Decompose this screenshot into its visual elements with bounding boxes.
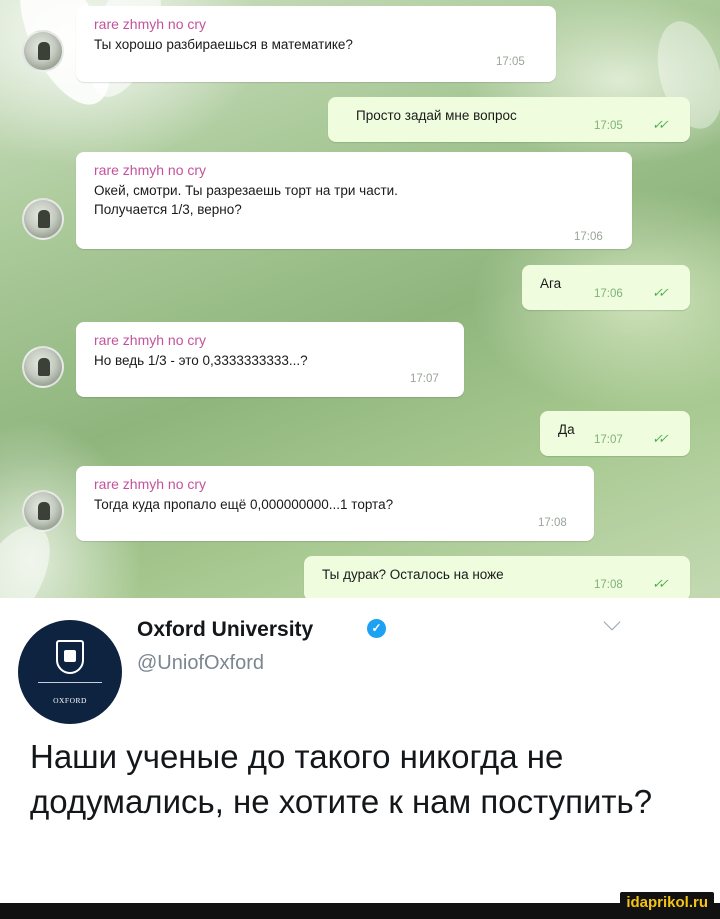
read-check-icon: ✓✓ (652, 576, 669, 591)
incoming-message[interactable]: rare zhmyh no cry Окей, смотри. Ты разре… (76, 152, 632, 249)
sender-name: rare zhmyh no cry (94, 476, 207, 492)
message-text: Но ведь 1/3 - это 0,3333333333...? (94, 353, 308, 368)
outgoing-message[interactable]: Просто задай мне вопрос 17:05 ✓✓ (328, 97, 690, 142)
message-text: Просто задай мне вопрос (356, 108, 517, 123)
read-check-icon: ✓✓ (652, 285, 669, 300)
sender-avatar[interactable] (22, 346, 64, 388)
sender-name: rare zhmyh no cry (94, 332, 207, 348)
sender-name: rare zhmyh no cry (94, 162, 207, 178)
crest-icon (56, 640, 84, 674)
chevron-down-icon[interactable] (603, 613, 621, 631)
incoming-message[interactable]: rare zhmyh no cry Ты хорошо разбираешься… (76, 6, 556, 82)
message-time: 17:06 (574, 231, 603, 243)
footer-bar (0, 903, 720, 919)
account-handle[interactable]: @UniofOxford (137, 652, 264, 675)
read-check-icon: ✓✓ (652, 117, 669, 132)
message-time: 17:07 (594, 434, 623, 446)
logo-divider (38, 682, 102, 683)
outgoing-message[interactable]: Ты дурак? Осталось на ноже 17:08 ✓✓ (304, 556, 690, 598)
sender-avatar[interactable] (22, 490, 64, 532)
message-text: Ты дурак? Осталось на ноже (322, 567, 504, 582)
incoming-message[interactable]: rare zhmyh no cry Тогда куда пропало ещё… (76, 466, 594, 541)
verified-badge-icon: ✓ (367, 619, 386, 638)
message-time: 17:05 (496, 56, 525, 68)
message-text: Окей, смотри. Ты разрезаешь торт на три … (94, 183, 398, 217)
sender-avatar[interactable] (22, 30, 64, 72)
logo-text: OXFORD (53, 696, 87, 705)
message-time: 17:05 (594, 120, 623, 132)
outgoing-message[interactable]: Да 17:07 ✓✓ (540, 411, 690, 456)
message-text: Ты хорошо разбираешься в математике? (94, 37, 353, 52)
read-check-icon: ✓✓ (652, 431, 669, 446)
incoming-message[interactable]: rare zhmyh no cry Но ведь 1/3 - это 0,33… (76, 322, 464, 397)
message-time: 17:08 (594, 579, 623, 591)
oxford-logo-avatar[interactable]: OXFORD (18, 620, 122, 724)
message-text: Тогда куда пропало ещё 0,000000000...1 т… (94, 497, 394, 512)
tweet-card: OXFORD Oxford University ✓ @UniofOxford … (0, 598, 720, 919)
message-time: 17:08 (538, 517, 567, 529)
chat-area: rare zhmyh no cry Ты хорошо разбираешься… (0, 0, 720, 598)
account-name[interactable]: Oxford University (137, 618, 313, 642)
message-time: 17:06 (594, 288, 623, 300)
sender-name: rare zhmyh no cry (94, 16, 207, 32)
message-time: 17:07 (410, 373, 439, 385)
sender-avatar[interactable] (22, 198, 64, 240)
site-watermark: idaprikol.ru (620, 892, 714, 913)
outgoing-message[interactable]: Ага 17:06 ✓✓ (522, 265, 690, 310)
tweet-text: Наши ученые до такого никогда не додумал… (30, 738, 653, 820)
